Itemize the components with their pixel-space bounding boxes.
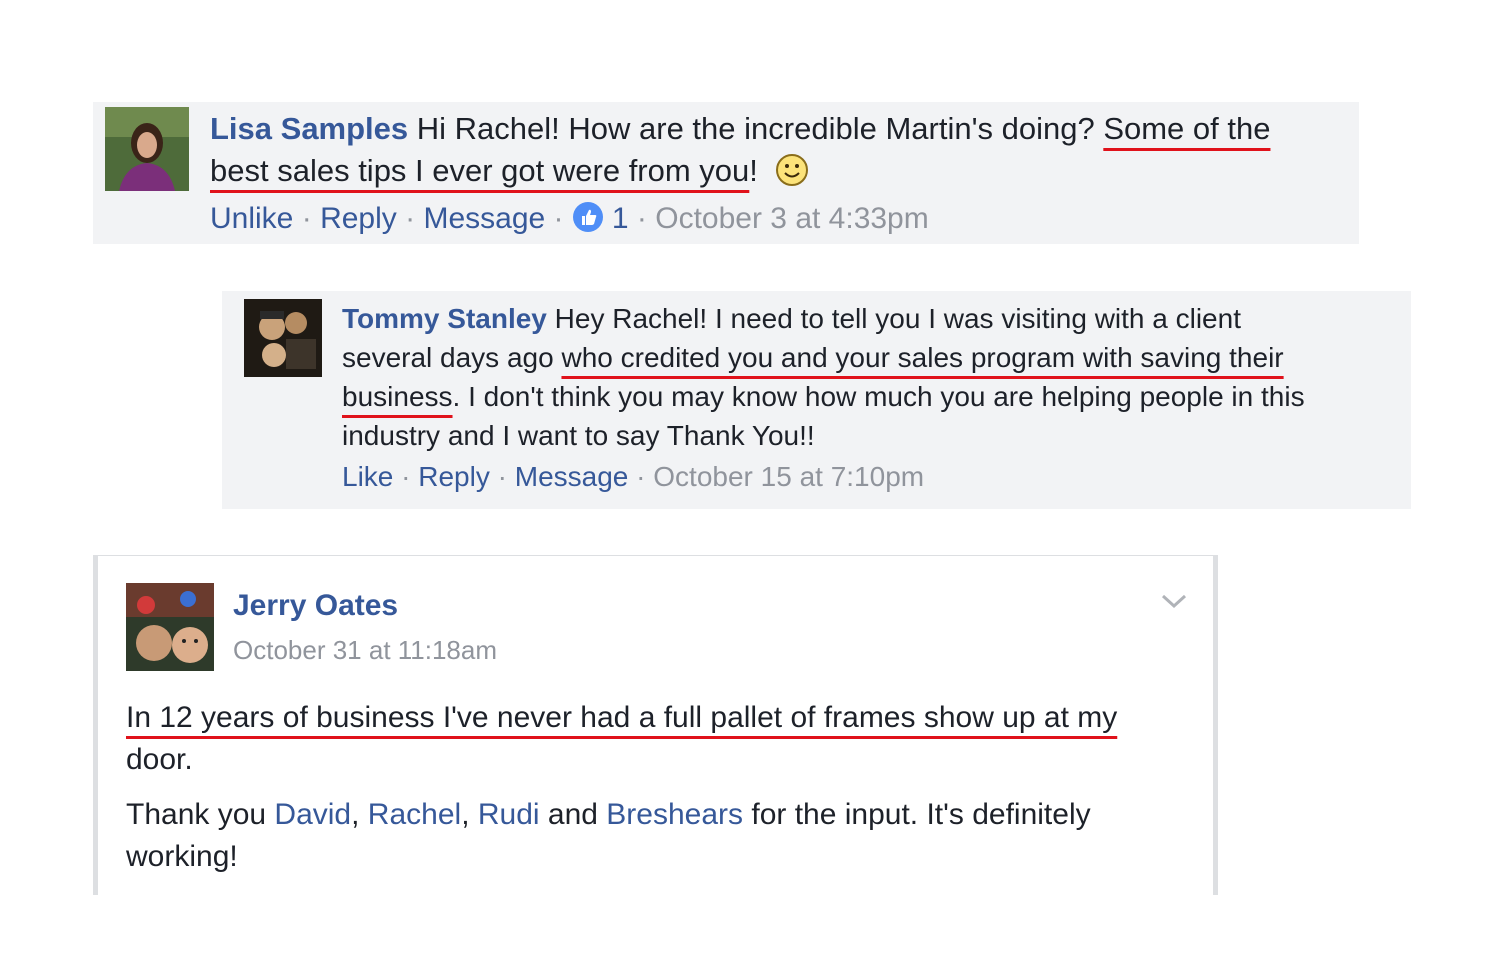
highlighted-text: business (342, 381, 453, 412)
avatar-lisa[interactable] (105, 107, 189, 191)
reply-link[interactable]: Reply (320, 202, 397, 235)
mention-rudi[interactable]: Rudi (478, 798, 540, 831)
highlighted-text: Some of the (1103, 111, 1271, 146)
post-body: In 12 years of business I've never had a… (126, 697, 1206, 781)
highlighted-text: who credited you and your sales program … (561, 342, 1284, 373)
chevron-down-icon[interactable] (1161, 592, 1187, 610)
comment-text: ! (749, 153, 758, 188)
highlighted-text: best sales tips I ever got were from you (210, 153, 750, 188)
comment-text: Hey Rachel! I need to tell you I was vis… (554, 303, 1241, 334)
comment-lisa-body: Lisa Samples Hi Rachel! How are the incr… (210, 108, 1340, 198)
avatar-jerry[interactable] (126, 583, 214, 671)
comment-text: . I don't think you may know how much yo… (452, 381, 1305, 412)
comment-text: several days ago (342, 342, 562, 373)
comment-text: Hi Rachel! How are the incredible Martin… (416, 111, 1104, 146)
post-text: door. (126, 743, 193, 776)
comment-tommy-body: Tommy Stanley Hey Rachel! I need to tell… (342, 299, 1402, 455)
post-jerry: Jerry Oates October 31 at 11:18am In 12 … (93, 555, 1218, 895)
mention-rachel[interactable]: Rachel (368, 798, 461, 831)
thumbs-up-icon[interactable] (572, 201, 604, 244)
comment-lisa: Lisa Samples Hi Rachel! How are the incr… (93, 102, 1359, 244)
message-link[interactable]: Message (515, 461, 629, 492)
post-text: working! (126, 840, 238, 873)
comment-tommy-actions: Like · Reply · Message · October 15 at 7… (342, 461, 925, 492)
unlike-link[interactable]: Unlike (210, 202, 293, 235)
author-name[interactable]: Lisa Samples (210, 111, 408, 146)
comment-lisa-actions: Unlike · Reply · Message · 1 · October 3… (210, 199, 929, 244)
like-link[interactable]: Like (342, 461, 393, 492)
post-thanks: Thank you David, Rachel, Rudi and Breshe… (126, 798, 1091, 873)
comment-text: industry and I want to say Thank You!! (342, 420, 815, 451)
avatar-tommy[interactable] (244, 299, 322, 377)
comment-timestamp[interactable]: October 3 at 4:33pm (655, 202, 929, 235)
like-count[interactable]: 1 (612, 202, 629, 235)
message-link[interactable]: Message (423, 202, 545, 235)
author-name[interactable]: Tommy Stanley (342, 303, 547, 334)
smiley-icon (775, 153, 809, 198)
mention-breshears[interactable]: Breshears (606, 798, 743, 831)
comment-timestamp[interactable]: October 15 at 7:10pm (653, 461, 924, 492)
post-author[interactable]: Jerry Oates (233, 588, 398, 624)
post-timestamp[interactable]: October 31 at 11:18am (233, 634, 497, 666)
reply-link[interactable]: Reply (418, 461, 490, 492)
comment-tommy: Tommy Stanley Hey Rachel! I need to tell… (222, 291, 1411, 509)
mention-david[interactable]: David (274, 798, 351, 831)
highlighted-text: In 12 years of business I've never had a… (126, 701, 1118, 734)
